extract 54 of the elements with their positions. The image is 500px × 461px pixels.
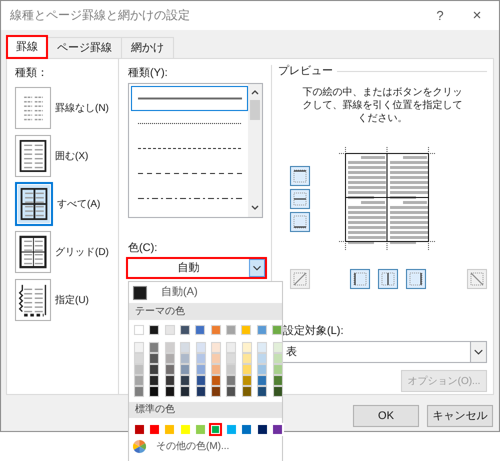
color-swatch[interactable]	[209, 423, 222, 436]
color-value: 自動	[176, 262, 200, 274]
dialog-button[interactable]: キャンセル	[427, 405, 493, 427]
preset-label: 囲む(X)	[55, 150, 88, 162]
border-toggle-button[interactable]	[290, 212, 310, 232]
border-toggle-button[interactable]	[378, 269, 398, 289]
theme-colors-header: テーマの色	[129, 303, 282, 320]
apply-to-value: 表	[285, 346, 298, 358]
border-preset-option[interactable]: 囲む(X)	[15, 132, 118, 180]
apply-to-label: 設定対象(L):	[283, 325, 344, 338]
border-preset-icon	[18, 185, 50, 223]
close-button[interactable]: ×	[455, 9, 499, 22]
border-toggle-button[interactable]	[290, 166, 310, 186]
border-toggle-button[interactable]	[290, 189, 310, 209]
automatic-label: 自動(A)	[161, 286, 198, 299]
border-toggle-button[interactable]	[406, 269, 426, 289]
preset-label: 指定(U)	[55, 294, 89, 306]
border-toggle-button[interactable]	[350, 269, 370, 289]
dialog-button[interactable]: OK	[353, 405, 419, 427]
border-preset-option[interactable]: グリッド(D)	[15, 228, 118, 276]
window-title: 線種とページ罫線と網かけの設定	[10, 9, 191, 22]
scrollbar[interactable]	[248, 84, 262, 217]
border-preset-option[interactable]: 罫線なし(N)	[15, 84, 118, 132]
border-preset-option[interactable]: 指定(U)	[15, 276, 118, 324]
color-wheel-icon	[133, 440, 146, 453]
line-style-list[interactable]	[128, 83, 263, 218]
chevron-down-icon	[470, 342, 486, 362]
style-label: 種類(Y):	[128, 67, 169, 80]
preview-hint: 下の絵の中、またはボタンをクリックして、罫線を引く位置を指定してください。	[302, 86, 464, 125]
color-label: 色(C):	[128, 242, 158, 255]
border-preset-icon	[17, 233, 49, 271]
border-line-icon	[291, 270, 309, 288]
preset-label: すべて(A)	[57, 198, 100, 210]
apply-to-dropdown[interactable]: 表	[281, 341, 487, 363]
more-colors-option[interactable]: その他の色(M)...	[129, 438, 282, 455]
tab[interactable]: 罫線	[6, 35, 48, 59]
color-dropdown[interactable]: 自動	[126, 257, 267, 279]
more-colors-label: その他の色(M)...	[156, 440, 230, 453]
border-line-icon	[468, 270, 486, 288]
border-toggle-button[interactable]	[290, 269, 310, 289]
preset-label: 罫線なし(N)	[55, 102, 109, 114]
help-button[interactable]: ?	[425, 9, 455, 22]
preview-label: プレビュー	[278, 65, 333, 78]
tab[interactable]: ページ罫線	[48, 37, 122, 58]
border-preset-option[interactable]: すべて(A)	[15, 180, 118, 228]
table-preview-drawing[interactable]	[339, 147, 437, 251]
standard-colors-header: 標準の色	[129, 402, 282, 418]
setting-label: 種類：	[15, 67, 49, 80]
chevron-down-icon	[249, 259, 265, 277]
preset-label: グリッド(D)	[55, 246, 109, 258]
tab[interactable]: 網かけ	[122, 37, 174, 58]
border-toggle-button[interactable]	[467, 269, 487, 289]
border-preset-icon	[17, 137, 49, 175]
automatic-color-option[interactable]: 自動(A)	[129, 282, 282, 303]
